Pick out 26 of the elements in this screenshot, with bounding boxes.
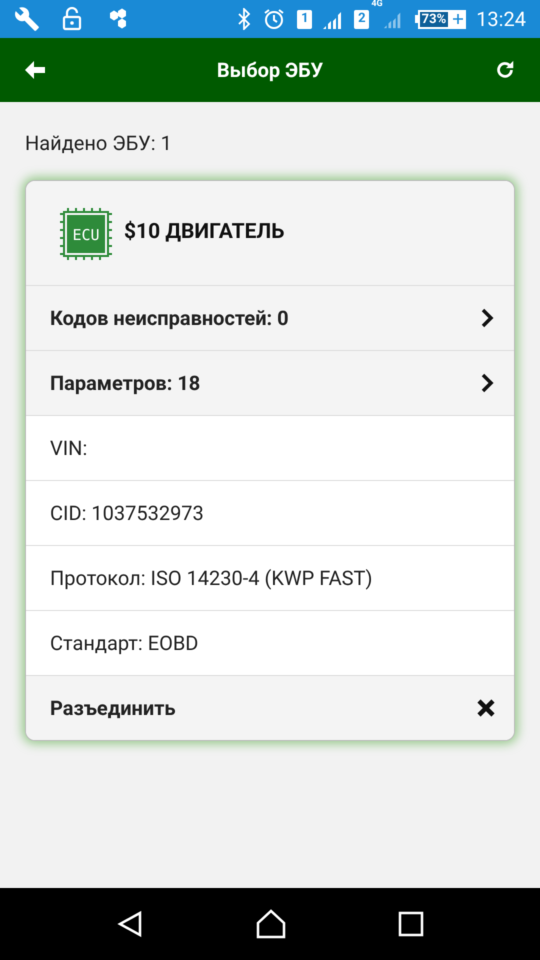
chevron-right-icon <box>480 373 494 393</box>
ecu-title: $10 ДВИГАТЕЛЬ <box>124 219 284 246</box>
disconnect-button[interactable]: Разъединить <box>26 675 514 740</box>
bluetooth-icon <box>237 8 252 30</box>
info-text: Протокол: ISO 14230-4 (KWP FAST) <box>50 565 372 592</box>
info-text: VIN: <box>50 435 88 462</box>
alarm-clock-icon <box>263 8 286 30</box>
recents-icon[interactable] <box>398 911 424 937</box>
back-arrow-icon[interactable] <box>24 60 46 80</box>
plus-icon <box>453 14 464 24</box>
menu-row[interactable]: Параметров: 18 <box>26 350 514 415</box>
info-text: CID: 1037532973 <box>50 500 204 527</box>
wrench-icon <box>14 6 40 32</box>
sim-card-badge: 2 <box>354 10 370 28</box>
screen-title: Выбор ЭБУ <box>216 57 324 84</box>
lock-icon <box>62 7 82 31</box>
menu-row[interactable]: Кодов неисправностей: 0 <box>26 285 514 350</box>
close-icon <box>476 698 496 718</box>
sim-card-badge: 1 <box>297 10 312 28</box>
ecu-count: Найдено ЭБУ: 1 <box>25 130 173 157</box>
battery-indicator: 73% <box>414 10 466 28</box>
back-icon[interactable] <box>116 910 144 938</box>
chevron-right-icon <box>480 308 494 328</box>
home-icon[interactable] <box>254 909 287 939</box>
info-text: Стандарт: EOBD <box>50 630 198 657</box>
clock-time: 13:24 <box>476 6 526 33</box>
